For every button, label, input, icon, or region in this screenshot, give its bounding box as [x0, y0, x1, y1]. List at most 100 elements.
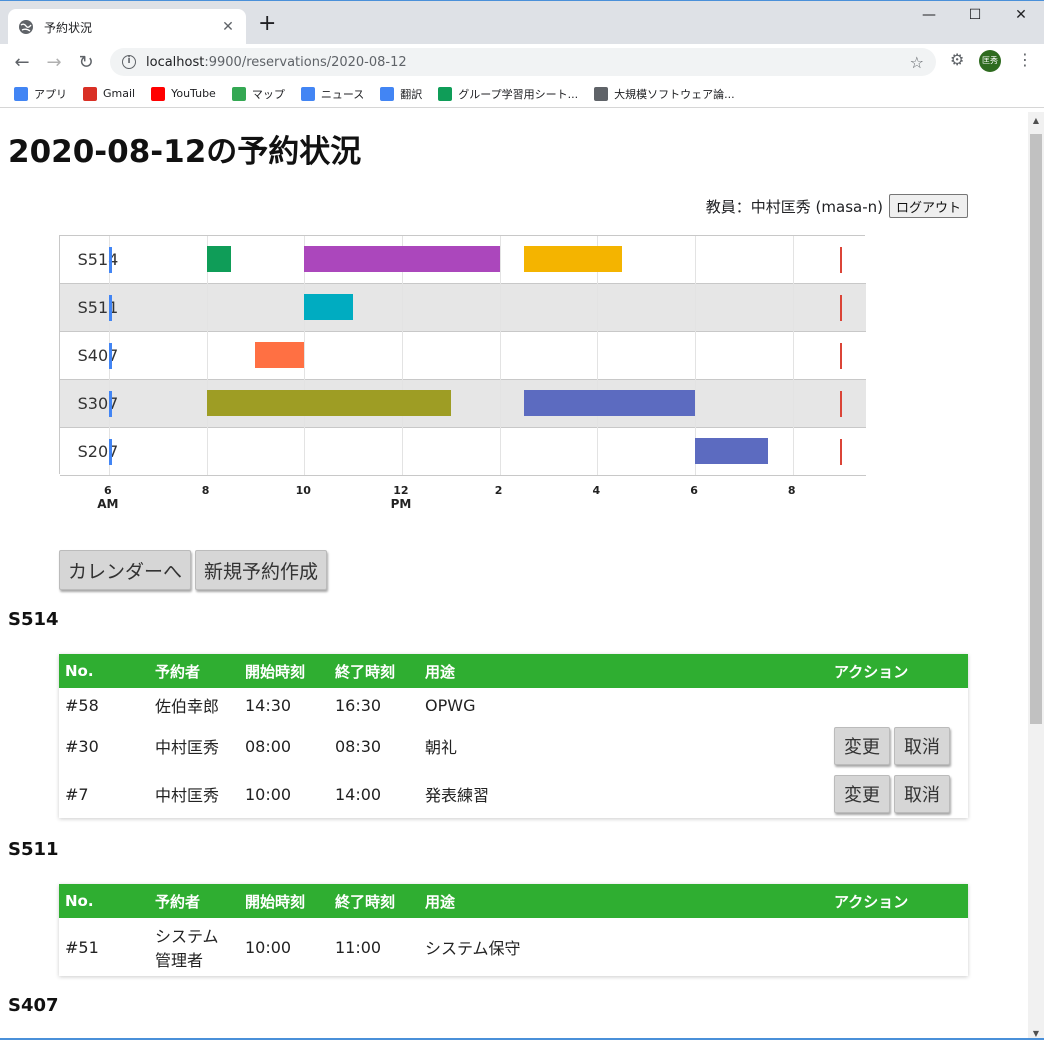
timeline-start-marker — [108, 439, 112, 465]
timeline-room-label: S207 — [77, 442, 119, 461]
bookmark-label: ニュース — [320, 87, 365, 101]
cell-end: 16:30 — [335, 695, 382, 715]
table-row: #7 中村匡秀 10:00 14:00 発表練習 変更 取消 — [59, 770, 968, 818]
address-bar[interactable]: i localhost:9900/reservations/2020-08-12… — [110, 48, 936, 76]
reload-icon[interactable]: ↻ — [70, 52, 102, 73]
page-title: 2020-08-12の予約状況 — [8, 134, 362, 170]
cell-no: #30 — [65, 736, 99, 756]
extensions-icon[interactable]: ⚙ — [950, 50, 964, 69]
tick-hour: 12 — [393, 484, 409, 497]
cell-actions: 変更 取消 — [828, 770, 968, 818]
table-header-row: No. 予約者 開始時刻 終了時刻 用途 アクション — [59, 654, 968, 688]
bookmark-star-icon[interactable]: ☆ — [910, 53, 924, 72]
bookmark-item[interactable]: アプリ — [14, 86, 67, 102]
room-section-title: S514 — [8, 609, 59, 630]
room-section-title: S407 — [8, 995, 59, 1016]
reservation-bar[interactable] — [206, 246, 231, 272]
forward-arrow-icon[interactable]: → — [38, 52, 70, 73]
scrollbar[interactable]: ▲ ▼ — [1028, 112, 1044, 1040]
cell-actions — [828, 918, 968, 976]
cell-no: #58 — [65, 695, 99, 715]
timeline-room-label: S407 — [77, 346, 119, 365]
cell-user: 中村匡秀 — [155, 738, 220, 757]
cell-purpose: 発表練習 — [425, 786, 490, 805]
reservation-bar[interactable] — [304, 246, 500, 272]
bookmark-label: アプリ — [34, 87, 67, 101]
column-header: 終了時刻 — [329, 654, 419, 688]
axis-tick-label: 6 — [674, 484, 714, 497]
page-content: 2020-08-12の予約状況 教員： 中村匡秀 (masa-n) ログアウト … — [0, 112, 1028, 1040]
info-icon[interactable]: i — [122, 55, 136, 69]
reservation-bar[interactable] — [304, 294, 354, 320]
table-row: #58 佐伯幸郎 14:30 16:30 OPWG — [59, 688, 968, 722]
reservation-table: No. 予約者 開始時刻 終了時刻 用途 アクション #51 システム管理者 10:00 11:0… — [59, 884, 968, 976]
cancel-button[interactable]: 取消 — [894, 727, 950, 765]
cell-start: 08:00 — [245, 736, 292, 756]
timeline-row — [60, 284, 866, 332]
timeline-end-marker — [839, 247, 842, 273]
tick-hour: 6 — [690, 484, 698, 497]
bookmark-label: 大規模ソフトウェア論... — [614, 87, 735, 101]
timeline-end-marker — [839, 439, 842, 465]
tick-hour: 2 — [494, 484, 503, 497]
cancel-button[interactable]: 取消 — [894, 775, 950, 813]
tick-hour: 4 — [592, 484, 601, 497]
url-path: :9900/reservations/2020-08-12 — [204, 54, 407, 70]
timeline-end-marker — [839, 295, 842, 321]
scroll-down-icon[interactable]: ▼ — [1028, 1029, 1044, 1038]
new-tab-button[interactable]: + — [258, 13, 276, 35]
bookmark-item[interactable]: YouTube — [151, 86, 216, 101]
reservation-bar[interactable] — [255, 342, 305, 368]
reservation-bar[interactable] — [695, 438, 769, 464]
window-close-icon[interactable]: ✕ — [998, 7, 1044, 23]
user-name: 中村匡秀 (masa-n) — [750, 197, 883, 216]
close-icon[interactable]: ✕ — [220, 19, 236, 35]
axis-tick-label: 4 — [576, 484, 616, 497]
reservation-bar[interactable] — [206, 390, 451, 416]
timeline-start-marker — [108, 295, 112, 321]
bookmark-item[interactable]: ニュース — [300, 86, 365, 102]
reservation-timeline: S514 S511 S407 S307 S207 — [59, 235, 866, 476]
timeline-row — [60, 380, 866, 428]
reservation-bar[interactable] — [524, 246, 622, 272]
edit-button[interactable]: 変更 — [834, 775, 890, 813]
calendar-button[interactable]: カレンダーへ — [59, 550, 192, 590]
cell-no: #7 — [65, 784, 89, 804]
bookmark-item[interactable]: 翻訳 — [380, 86, 422, 102]
bookmark-item[interactable]: グループ学習用シート... — [438, 86, 578, 102]
gridline — [499, 236, 501, 475]
gmail-icon — [83, 86, 97, 101]
logout-button[interactable]: ログアウト — [888, 194, 968, 218]
browser-tab[interactable]: 予約状況 ✕ — [8, 9, 246, 45]
cell-start: 10:00 — [245, 784, 292, 804]
column-header: 予約者 — [149, 884, 239, 918]
tick-hour: 10 — [295, 484, 311, 497]
scroll-up-icon[interactable]: ▲ — [1028, 116, 1044, 125]
room-section-title: S511 — [8, 839, 59, 860]
bookmark-item[interactable]: マップ — [231, 86, 285, 102]
axis-tick-label: 8 — [772, 484, 812, 497]
maximize-icon[interactable]: ☐ — [952, 7, 998, 23]
bookmark-item[interactable]: 大規模ソフトウェア論... — [594, 86, 735, 102]
timeline-room-label: S514 — [77, 250, 119, 269]
bookmark-item[interactable]: Gmail — [83, 86, 136, 101]
tick-hour: 8 — [201, 484, 210, 497]
edit-button[interactable]: 変更 — [834, 727, 890, 765]
cell-user: 佐伯幸郎 — [155, 697, 220, 716]
profile-avatar[interactable]: 匡秀 — [979, 50, 1001, 72]
column-header: 用途 — [419, 654, 828, 688]
scroll-thumb[interactable] — [1030, 134, 1042, 724]
reservation-table: No. 予約者 開始時刻 終了時刻 用途 アクション #58 佐伯幸郎 14:30 16:30 OP… — [59, 654, 968, 818]
youtube-icon — [151, 86, 166, 101]
cell-start: 10:00 — [245, 937, 292, 957]
menu-kebab-icon[interactable]: ⋮ — [1017, 50, 1033, 69]
minimize-icon[interactable]: — — [906, 7, 952, 23]
reservation-bar[interactable] — [524, 390, 696, 416]
back-arrow-icon[interactable]: ← — [6, 52, 38, 73]
globe-icon — [19, 20, 33, 34]
tick-ampm: AM — [97, 497, 119, 511]
url-host: localhost — [146, 54, 205, 70]
bookmark-label: Gmail — [103, 87, 136, 100]
new-reservation-button[interactable]: 新規予約作成 — [195, 550, 328, 590]
bookmark-label: 翻訳 — [400, 87, 423, 101]
